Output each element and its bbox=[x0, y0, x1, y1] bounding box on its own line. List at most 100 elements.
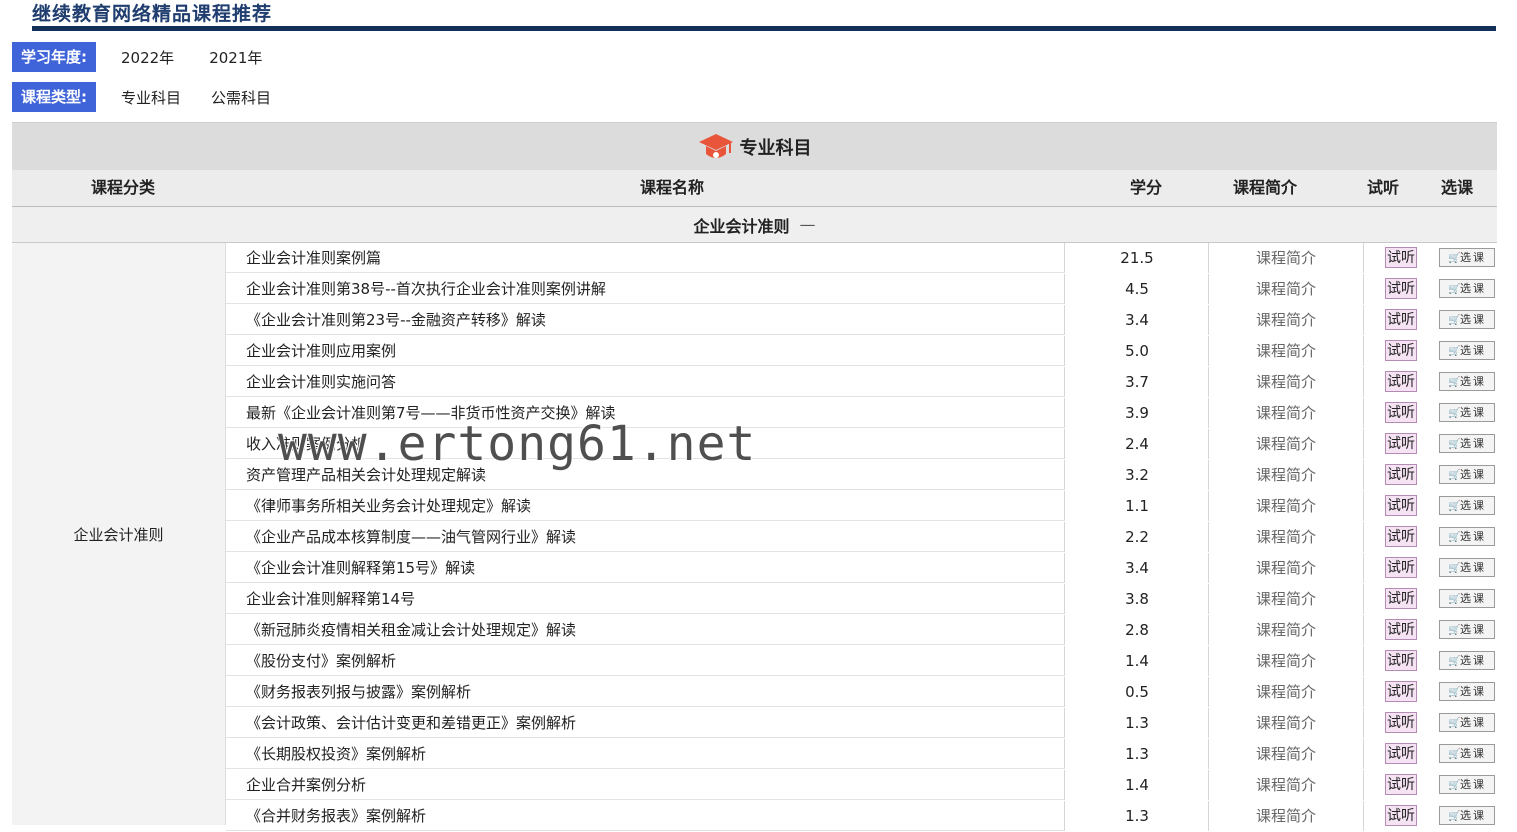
listen-button[interactable]: 试听 bbox=[1385, 402, 1417, 423]
listen-button[interactable]: 试听 bbox=[1385, 712, 1417, 733]
select-course-button[interactable]: 🛒选课 bbox=[1439, 527, 1495, 546]
select-course-button[interactable]: 🛒选课 bbox=[1439, 651, 1495, 670]
type-option-professional[interactable]: 专业科目 bbox=[121, 87, 181, 108]
listen-button[interactable]: 试听 bbox=[1385, 340, 1417, 361]
course-intro-link[interactable]: 课程简介 bbox=[1209, 491, 1364, 521]
course-intro-link[interactable]: 课程简介 bbox=[1209, 770, 1364, 800]
listen-button[interactable]: 试听 bbox=[1385, 309, 1417, 330]
course-intro-link[interactable]: 课程简介 bbox=[1209, 739, 1364, 769]
course-intro-link[interactable]: 课程简介 bbox=[1209, 708, 1364, 738]
course-intro-link[interactable]: 课程简介 bbox=[1209, 274, 1364, 304]
listen-button[interactable]: 试听 bbox=[1385, 371, 1417, 392]
course-intro-link[interactable]: 课程简介 bbox=[1209, 615, 1364, 645]
select-label: 选课 bbox=[1460, 716, 1486, 729]
table-row: 收入准则案例分析 2.4 课程简介 试听 🛒选课 bbox=[226, 429, 1497, 460]
select-course-button[interactable]: 🛒选课 bbox=[1439, 248, 1495, 267]
course-intro-link[interactable]: 课程简介 bbox=[1209, 801, 1364, 831]
listen-button[interactable]: 试听 bbox=[1385, 588, 1417, 609]
listen-button[interactable]: 试听 bbox=[1385, 464, 1417, 485]
cart-icon: 🛒 bbox=[1448, 408, 1461, 419]
select-label: 选课 bbox=[1460, 468, 1486, 481]
table-row: 企业会计准则解释第14号 3.8 课程简介 试听 🛒选课 bbox=[226, 584, 1497, 615]
col-header-intro: 课程简介 bbox=[1232, 178, 1298, 197]
listen-button[interactable]: 试听 bbox=[1385, 495, 1417, 516]
course-intro-link[interactable]: 课程简介 bbox=[1209, 429, 1364, 459]
course-name: 企业会计准则应用案例 bbox=[226, 336, 1065, 366]
course-intro-link[interactable]: 课程简介 bbox=[1209, 553, 1364, 583]
select-course-button[interactable]: 🛒选课 bbox=[1439, 341, 1495, 360]
section-title: 专业科目 bbox=[739, 138, 812, 159]
course-intro-link[interactable]: 课程简介 bbox=[1209, 336, 1364, 366]
select-course-button[interactable]: 🛒选课 bbox=[1439, 682, 1495, 701]
course-name: 资产管理产品相关会计处理规定解读 bbox=[226, 460, 1065, 490]
select-label: 选课 bbox=[1460, 375, 1486, 388]
collapse-toggle[interactable]: — bbox=[800, 215, 816, 234]
course-intro-link[interactable]: 课程简介 bbox=[1209, 367, 1364, 397]
course-intro-link[interactable]: 课程简介 bbox=[1209, 305, 1364, 335]
course-intro-link[interactable]: 课程简介 bbox=[1209, 646, 1364, 676]
course-name: 企业会计准则实施问答 bbox=[226, 367, 1065, 397]
course-name: 《长期股权投资》案例解析 bbox=[226, 739, 1065, 769]
page-title: 继续教育网络精品课程推荐 bbox=[32, 3, 273, 25]
course-name: 企业会计准则第38号--首次执行企业会计准则案例讲解 bbox=[226, 274, 1065, 304]
listen-button[interactable]: 试听 bbox=[1385, 433, 1417, 454]
course-credit: 1.1 bbox=[1066, 491, 1209, 521]
select-course-button[interactable]: 🛒选课 bbox=[1439, 434, 1495, 453]
select-course-button[interactable]: 🛒选课 bbox=[1439, 465, 1495, 484]
cart-icon: 🛒 bbox=[1448, 811, 1461, 822]
year-option-2022[interactable]: 2022年 bbox=[121, 47, 174, 68]
select-course-button[interactable]: 🛒选课 bbox=[1439, 558, 1495, 577]
course-intro-link[interactable]: 课程简介 bbox=[1209, 677, 1364, 707]
table-row: 《会计政策、会计估计变更和差错更正》案例解析 1.3 课程简介 试听 🛒选课 bbox=[226, 708, 1497, 739]
select-label: 选课 bbox=[1460, 654, 1486, 667]
cart-icon: 🛒 bbox=[1448, 718, 1461, 729]
cart-icon: 🛒 bbox=[1448, 346, 1461, 357]
course-name: 《合并财务报表》案例解析 bbox=[226, 801, 1065, 831]
select-course-button[interactable]: 🛒选课 bbox=[1439, 806, 1495, 825]
course-name: 《企业会计准则解释第15号》解读 bbox=[226, 553, 1065, 583]
listen-button[interactable]: 试听 bbox=[1385, 805, 1417, 826]
table-row: 资产管理产品相关会计处理规定解读 3.2 课程简介 试听 🛒选课 bbox=[226, 460, 1497, 491]
listen-button[interactable]: 试听 bbox=[1385, 681, 1417, 702]
listen-button[interactable]: 试听 bbox=[1385, 526, 1417, 547]
select-course-button[interactable]: 🛒选课 bbox=[1439, 310, 1495, 329]
select-course-button[interactable]: 🛒选课 bbox=[1439, 403, 1495, 422]
listen-button[interactable]: 试听 bbox=[1385, 774, 1417, 795]
select-label: 选课 bbox=[1460, 592, 1486, 605]
course-credit: 3.8 bbox=[1066, 584, 1209, 614]
select-label: 选课 bbox=[1460, 313, 1486, 326]
select-course-button[interactable]: 🛒选课 bbox=[1439, 496, 1495, 515]
course-intro-link[interactable]: 课程简介 bbox=[1209, 584, 1364, 614]
listen-button[interactable]: 试听 bbox=[1385, 247, 1417, 268]
select-course-button[interactable]: 🛒选课 bbox=[1439, 589, 1495, 608]
course-credit: 21.5 bbox=[1066, 243, 1209, 273]
select-course-button[interactable]: 🛒选课 bbox=[1439, 372, 1495, 391]
table-row: 最新《企业会计准则第7号——非货币性资产交换》解读 3.9 课程简介 试听 🛒选课 bbox=[226, 398, 1497, 429]
select-course-button[interactable]: 🛒选课 bbox=[1439, 279, 1495, 298]
select-course-button[interactable]: 🛒选课 bbox=[1439, 713, 1495, 732]
type-option-public[interactable]: 公需科目 bbox=[211, 87, 271, 108]
listen-button[interactable]: 试听 bbox=[1385, 557, 1417, 578]
year-option-2021[interactable]: 2021年 bbox=[209, 47, 262, 68]
course-credit: 3.7 bbox=[1066, 367, 1209, 397]
course-intro-link[interactable]: 课程简介 bbox=[1209, 398, 1364, 428]
listen-button[interactable]: 试听 bbox=[1385, 619, 1417, 640]
course-intro-link[interactable]: 课程简介 bbox=[1209, 243, 1364, 273]
table-header: 课程分类 课程名称 学分 课程简介 试听 选课 bbox=[12, 170, 1497, 207]
listen-button[interactable]: 试听 bbox=[1385, 743, 1417, 764]
type-filter: 课程类型: 专业科目 公需科目 bbox=[12, 82, 271, 112]
course-intro-link[interactable]: 课程简介 bbox=[1209, 460, 1364, 490]
listen-button[interactable]: 试听 bbox=[1385, 650, 1417, 671]
table-row: 《合并财务报表》案例解析 1.3 课程简介 试听 🛒选课 bbox=[226, 801, 1497, 832]
col-header-listen: 试听 bbox=[1366, 178, 1400, 197]
listen-button[interactable]: 试听 bbox=[1385, 278, 1417, 299]
course-name: 最新《企业会计准则第7号——非货币性资产交换》解读 bbox=[226, 398, 1065, 428]
select-course-button[interactable]: 🛒选课 bbox=[1439, 744, 1495, 763]
course-intro-link[interactable]: 课程简介 bbox=[1209, 522, 1364, 552]
course-name: 企业会计准则案例篇 bbox=[226, 243, 1065, 273]
group-header: 企业会计准则 — bbox=[12, 207, 1497, 243]
year-filter-label: 学习年度: bbox=[12, 42, 96, 72]
select-course-button[interactable]: 🛒选课 bbox=[1439, 775, 1495, 794]
select-course-button[interactable]: 🛒选课 bbox=[1439, 620, 1495, 639]
course-name: 《律师事务所相关业务会计处理规定》解读 bbox=[226, 491, 1065, 521]
